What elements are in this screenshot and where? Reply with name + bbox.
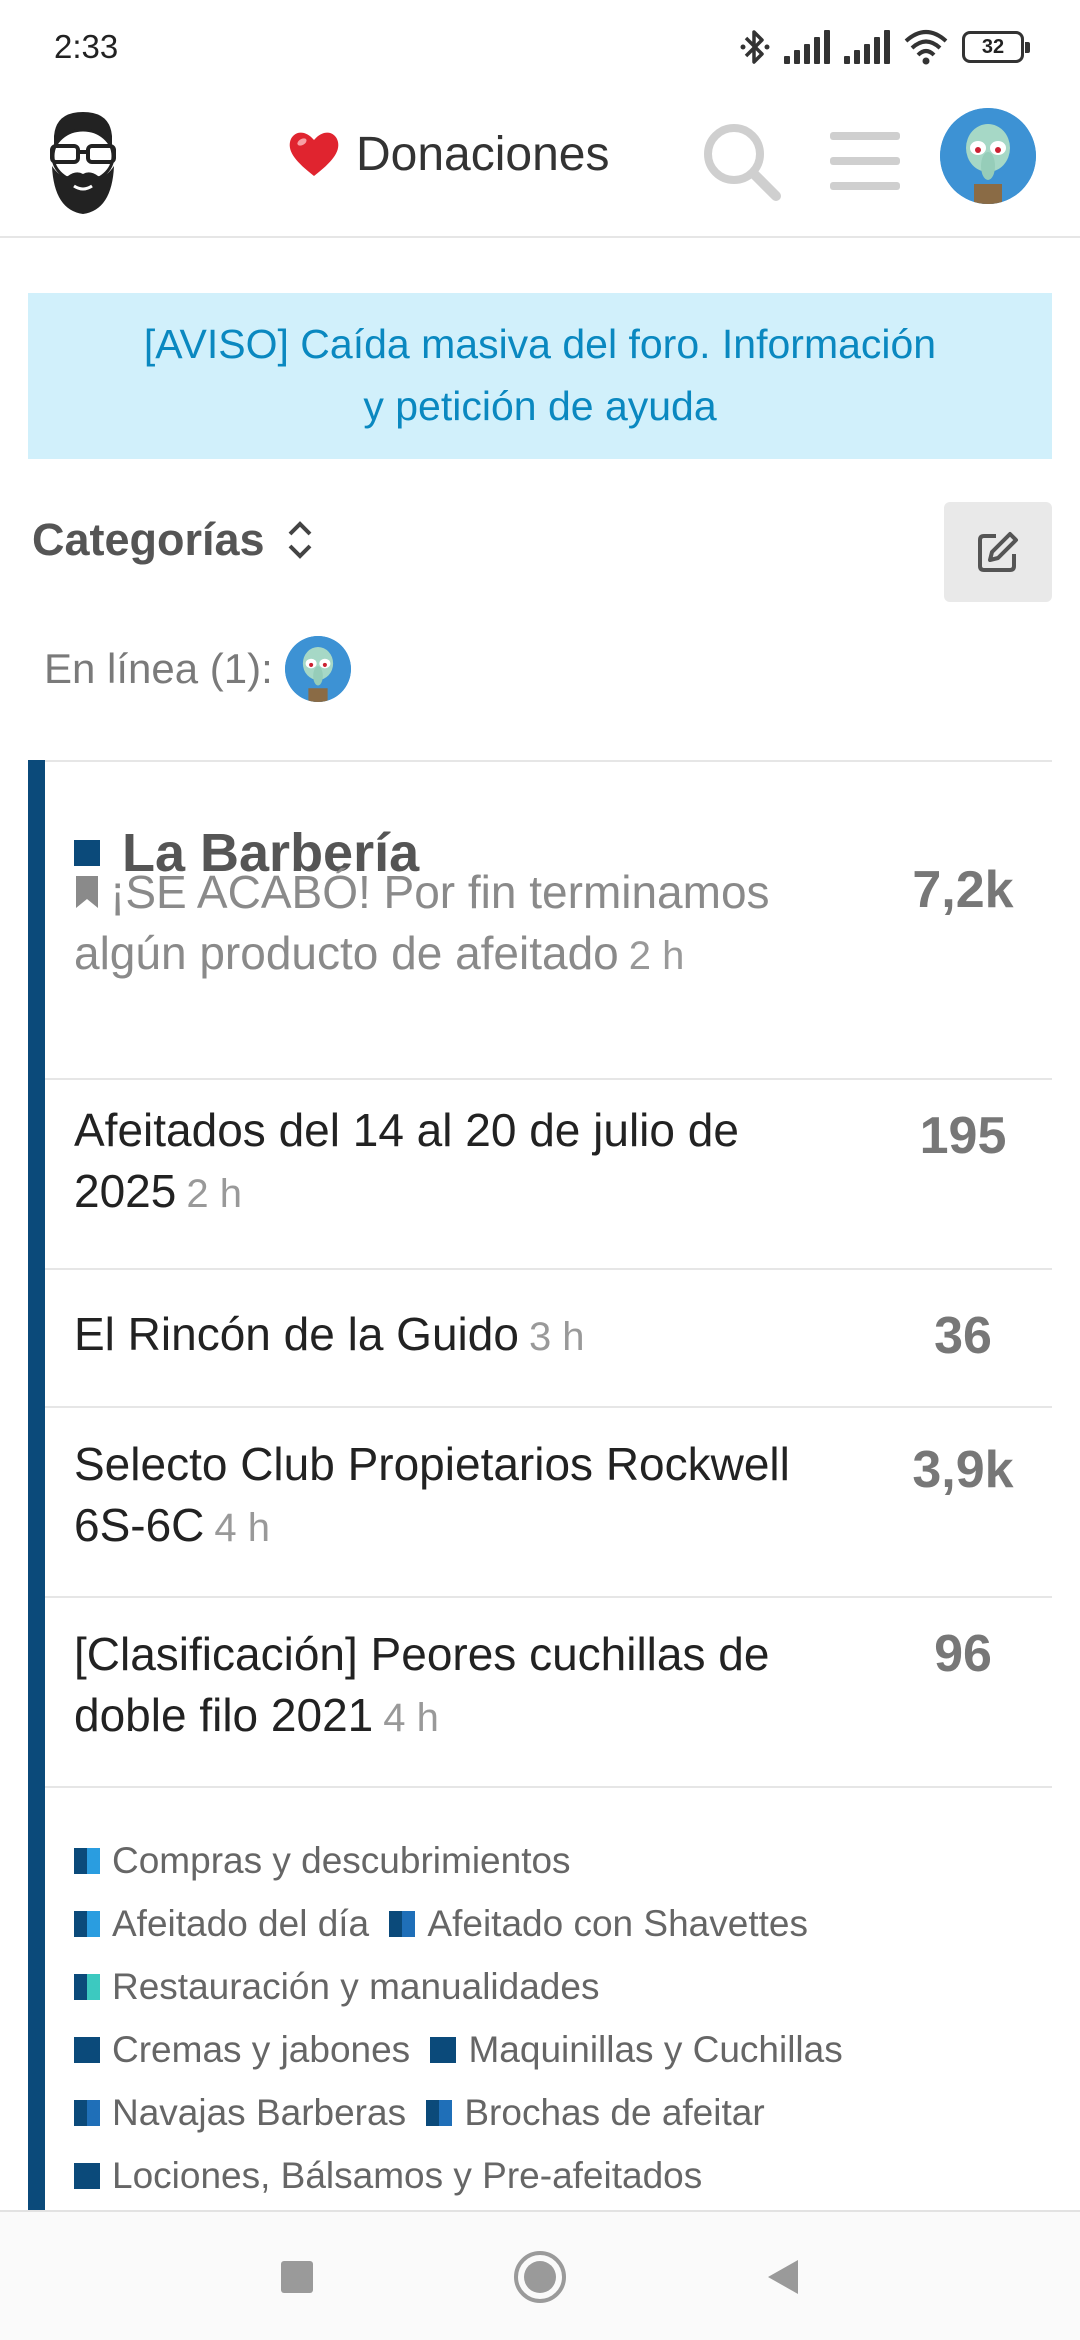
subcategory-badge <box>430 2037 457 2063</box>
heart-icon <box>289 132 339 176</box>
topic-row[interactable]: [Clasificación] Peores cuchillas de dobl… <box>45 1596 1052 1786</box>
topic-reply-count[interactable]: 3,9k <box>888 1440 1038 1500</box>
subcategory-badge <box>74 1848 100 1874</box>
topic-title[interactable]: [Clasificación] Peores cuchillas de dobl… <box>74 1624 854 1749</box>
search-icon[interactable] <box>700 120 784 204</box>
online-label: En línea (1): <box>44 645 273 692</box>
announcement-line-1: [AVISO] Caída masiva del foro. Informaci… <box>143 321 937 367</box>
announcement-banner[interactable]: [AVISO] Caída masiva del foro. Informaci… <box>28 293 1052 459</box>
topic-time: 2 h <box>186 1172 242 1216</box>
bluetooth-icon <box>740 30 770 64</box>
bearded-man-logo[interactable] <box>40 106 126 218</box>
categories-dropdown[interactable]: Categorías <box>32 514 315 566</box>
hamburger-menu-icon[interactable] <box>828 126 902 196</box>
topic-row[interactable]: Selecto Club Propietarios Rockwell 6S-6C… <box>45 1406 1052 1596</box>
user-avatar[interactable] <box>940 108 1036 204</box>
subcategory-badge <box>74 2037 100 2063</box>
topic-time: 4 h <box>383 1696 439 1740</box>
online-user-avatar[interactable] <box>284 636 351 702</box>
wifi-icon <box>904 30 948 65</box>
topic-title[interactable]: Selecto Club Propietarios Rockwell 6S-6C… <box>74 1434 854 1559</box>
topic-row[interactable]: El Rincón de la Guido 3 h 36 <box>45 1268 1052 1406</box>
subcategory-badge <box>74 2163 100 2189</box>
status-bar: 2:33 32 <box>0 0 1080 96</box>
screen: 2:33 32 Donaciones [AVISO] Caída masiva … <box>0 0 1080 2340</box>
subcategory-link[interactable]: Afeitado del día <box>74 1893 369 1955</box>
system-nav-bar <box>0 2210 1080 2340</box>
online-users: En línea (1): <box>44 636 351 702</box>
recent-apps-icon[interactable] <box>268 2248 326 2306</box>
divider <box>45 1786 1052 1788</box>
announcement-line-2: y petición de ayuda <box>363 383 717 429</box>
topic-reply-count[interactable]: 195 <box>888 1106 1038 1166</box>
subcategory-link[interactable]: Maquinillas y Cuchillas <box>430 2019 843 2081</box>
topic-reply-count[interactable]: 96 <box>888 1624 1038 1684</box>
topic-time: 4 h <box>214 1506 270 1550</box>
chevron-up-down-icon <box>288 521 312 559</box>
subcategory-link[interactable]: Afeitado con Shavettes <box>389 1893 808 1955</box>
subcategory-link[interactable]: Restauración y manualidades <box>74 1956 599 2018</box>
category-la-barberia: La Barbería ¡SE ACABÓ! Por fin terminamo… <box>28 760 1052 2210</box>
topic-time: 3 h <box>528 1315 585 1359</box>
donations-label: Donaciones <box>356 127 610 181</box>
status-time: 2:33 <box>54 28 119 65</box>
topic-time: 2 h <box>628 934 685 978</box>
subcategory-badge <box>389 1911 416 1937</box>
subcategory-link[interactable]: Compras y descubrimientos <box>74 1830 571 1892</box>
category-color-bar <box>28 760 45 2210</box>
donations-link[interactable]: Donaciones <box>286 126 610 182</box>
topic-row[interactable]: Afeitados del 14 al 20 de julio de 2025 2… <box>45 1078 1052 1268</box>
subcategory-badge <box>426 2100 453 2126</box>
topic-title[interactable]: Afeitados del 14 al 20 de julio de 2025 2… <box>74 1100 854 1225</box>
subcategory-badge <box>74 1974 100 2000</box>
subcategory-badge <box>74 2100 100 2126</box>
subcategory-badge <box>74 1911 100 1937</box>
home-icon[interactable] <box>511 2248 569 2306</box>
subcategory-link[interactable]: Cremas y jabones <box>74 2019 410 2081</box>
subcategory-list: Compras y descubrimientos Afeitado del d… <box>74 1830 1044 2208</box>
back-icon[interactable] <box>754 2248 812 2306</box>
edit-icon <box>978 532 1018 572</box>
status-icons: 32 <box>740 22 1030 72</box>
categories-title: Categorías <box>32 514 265 565</box>
subcategory-link[interactable]: Lociones, Bálsamos y Pre-afeitados <box>74 2145 702 2207</box>
signal-icon <box>784 30 830 64</box>
bookmark-icon <box>76 876 98 908</box>
topic-title[interactable]: El Rincón de la Guido 3 h <box>74 1304 854 1368</box>
signal-icon <box>844 30 890 64</box>
new-topic-button[interactable] <box>944 502 1052 602</box>
topic-reply-count[interactable]: 36 <box>888 1306 1038 1366</box>
topic-title[interactable]: ¡SE ACABÓ! Por fin terminamos algún prod… <box>74 862 854 987</box>
subcategory-link[interactable]: Navajas Barberas <box>74 2082 406 2144</box>
site-header: Donaciones <box>0 96 1080 238</box>
topic-reply-count[interactable]: 7,2k <box>888 860 1038 920</box>
subcategory-link[interactable]: Brochas de afeitar <box>426 2082 765 2144</box>
battery-icon: 32 <box>962 31 1030 63</box>
